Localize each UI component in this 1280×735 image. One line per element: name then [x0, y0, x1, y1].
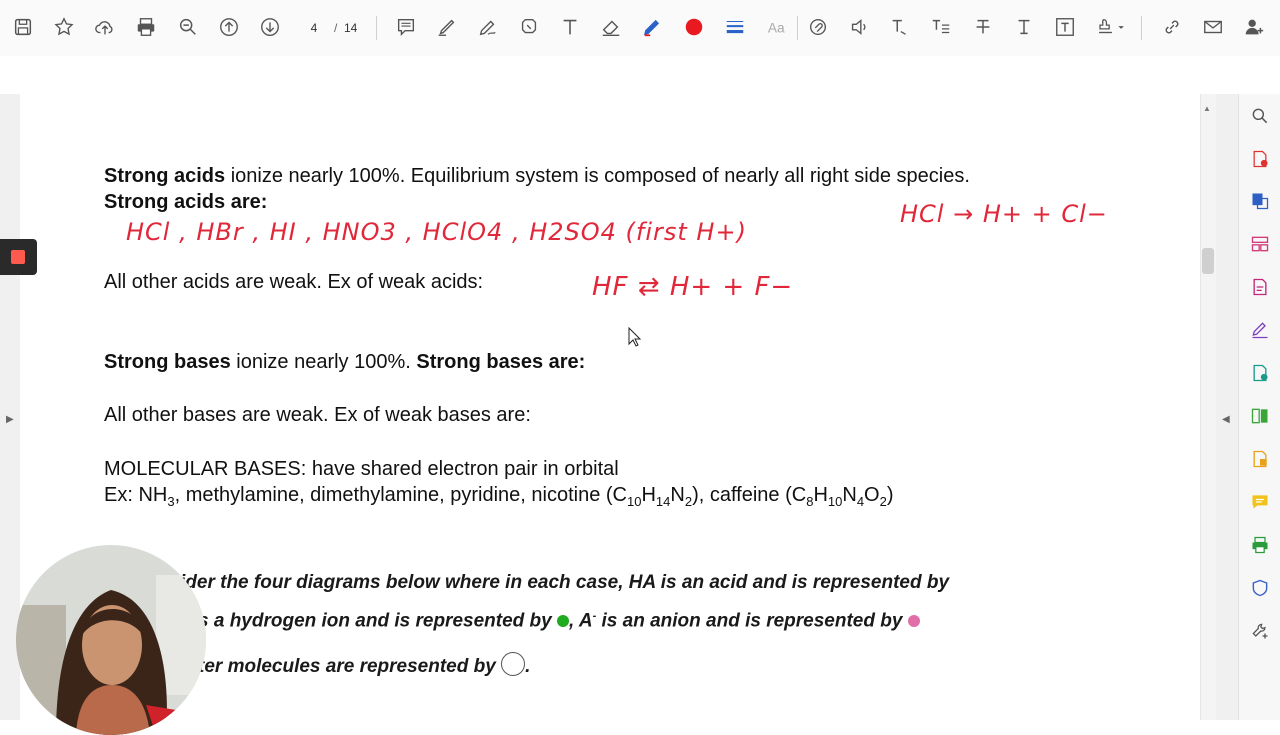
vertical-scrollbar[interactable]	[1200, 94, 1217, 720]
molecular-bases-line: MOLECULAR BASES: have shared electron pa…	[104, 458, 619, 480]
page-total: 14	[344, 21, 358, 35]
font-size-icon[interactable]: Aa	[764, 14, 790, 40]
page-number-input[interactable]: 4	[300, 18, 328, 38]
replace-text-icon[interactable]	[928, 14, 954, 40]
bookmark-star-icon[interactable]	[51, 14, 77, 40]
right-panel-gap	[1216, 94, 1238, 720]
expand-left-panel-icon[interactable]: ▶	[6, 414, 14, 425]
scroll-up-arrow-icon[interactable]: ▲	[1203, 104, 1211, 113]
main-toolbar: 4 / 14 Aa	[0, 0, 1280, 56]
create-pdf-icon[interactable]	[1249, 148, 1271, 170]
send-review-icon[interactable]	[1249, 362, 1271, 384]
text-icon[interactable]	[557, 14, 583, 40]
text-box-icon[interactable]	[1011, 14, 1037, 40]
zoom-icon[interactable]	[175, 14, 201, 40]
collapse-right-panel-icon[interactable]: ◀	[1222, 414, 1230, 425]
fill-sign-icon[interactable]	[1249, 319, 1271, 341]
text-frame-icon[interactable]	[1052, 14, 1078, 40]
page-separator: /	[334, 21, 338, 35]
right-tools-panel	[1238, 94, 1280, 720]
recording-stop-button[interactable]	[0, 239, 37, 275]
mouse-cursor-icon	[628, 326, 642, 352]
export-pdf-icon[interactable]	[1249, 190, 1271, 212]
add-user-icon[interactable]	[1241, 14, 1267, 40]
question-line-3: ter molecules are represented by .	[198, 652, 530, 678]
print-production-icon[interactable]	[1249, 534, 1271, 556]
page-up-icon[interactable]	[216, 14, 242, 40]
strong-acids-are-heading: Strong acids are:	[104, 191, 268, 213]
more-tools-icon[interactable]	[1249, 620, 1271, 642]
webcam-overlay-presenter	[16, 545, 206, 735]
strikethrough-icon[interactable]	[970, 14, 996, 40]
strong-acids-line: Strong acids ionize nearly 100%. Equilib…	[104, 165, 970, 188]
secondary-toolbar	[0, 56, 1280, 95]
organize-pages-icon[interactable]	[1249, 233, 1271, 255]
weak-acids-line: All other acids are weak. Ex of weak aci…	[104, 271, 484, 293]
search-icon[interactable]	[1249, 105, 1271, 127]
molecular-bases-examples: Ex: NH3, methylamine, dimethylamine, pyr…	[104, 484, 894, 509]
save-icon[interactable]	[10, 14, 36, 40]
link-icon[interactable]	[1159, 14, 1185, 40]
comment-tool-icon[interactable]	[1249, 491, 1271, 513]
scrollbar-thumb[interactable]	[1202, 248, 1214, 274]
pen-icon[interactable]	[639, 14, 665, 40]
upload-cloud-icon[interactable]	[92, 14, 118, 40]
question-line-2: s a hydrogen ion and is represented by ,…	[198, 610, 920, 632]
highlight-icon[interactable]	[434, 14, 460, 40]
question-line-1: ider the four diagrams below where in ea…	[180, 572, 950, 593]
eraser-icon[interactable]	[598, 14, 624, 40]
compare-icon[interactable]	[1249, 405, 1271, 427]
comment-icon[interactable]	[393, 14, 419, 40]
scan-icon[interactable]	[1249, 448, 1271, 470]
protect-icon[interactable]	[1249, 577, 1271, 599]
weak-bases-line: All other bases are weak. Ex of weak bas…	[104, 404, 531, 426]
anion-symbol	[907, 615, 920, 628]
strong-bases-bold: Strong bases	[104, 351, 231, 373]
toolbar-divider	[1141, 16, 1142, 40]
stop-icon	[11, 250, 25, 264]
edit-pdf-icon[interactable]	[1249, 276, 1271, 298]
line-weight-icon[interactable]	[722, 14, 748, 40]
toolbar-divider	[797, 16, 798, 40]
toolbar-divider	[376, 16, 377, 40]
handwritten-acid-list: HCl , HBr , HI , HNO3 , HClO4 , H2SO4 (f…	[126, 218, 747, 246]
handwritten-hcl-equation: HCl → H+ + Cl−	[900, 200, 1108, 228]
draw-icon[interactable]	[475, 14, 501, 40]
attach-icon[interactable]	[805, 14, 831, 40]
audio-icon[interactable]	[846, 14, 872, 40]
page-down-icon[interactable]	[257, 14, 283, 40]
text-strike-icon[interactable]	[887, 14, 913, 40]
stamp-menu-icon[interactable]	[1093, 14, 1129, 40]
color-red-icon[interactable]	[681, 14, 707, 40]
strong-bases-are-bold: Strong bases are:	[416, 351, 586, 373]
stamp-icon[interactable]	[516, 14, 542, 40]
email-icon[interactable]	[1200, 14, 1226, 40]
strong-bases-desc: ionize nearly 100%.	[230, 351, 417, 373]
handwritten-hf-equation: HF ⇄ H+ + F−	[592, 272, 794, 302]
print-icon[interactable]	[133, 14, 159, 40]
strong-bases-line: Strong bases ionize nearly 100%. Strong …	[104, 351, 585, 374]
hydrogen-ion-symbol	[556, 615, 569, 628]
strong-acids-desc: ionize nearly 100%. Equilibrium system i…	[225, 165, 970, 187]
strong-acids-bold: Strong acids	[104, 165, 226, 187]
water-molecule-symbol	[501, 652, 526, 676]
svg-text:Aa: Aa	[768, 21, 785, 36]
